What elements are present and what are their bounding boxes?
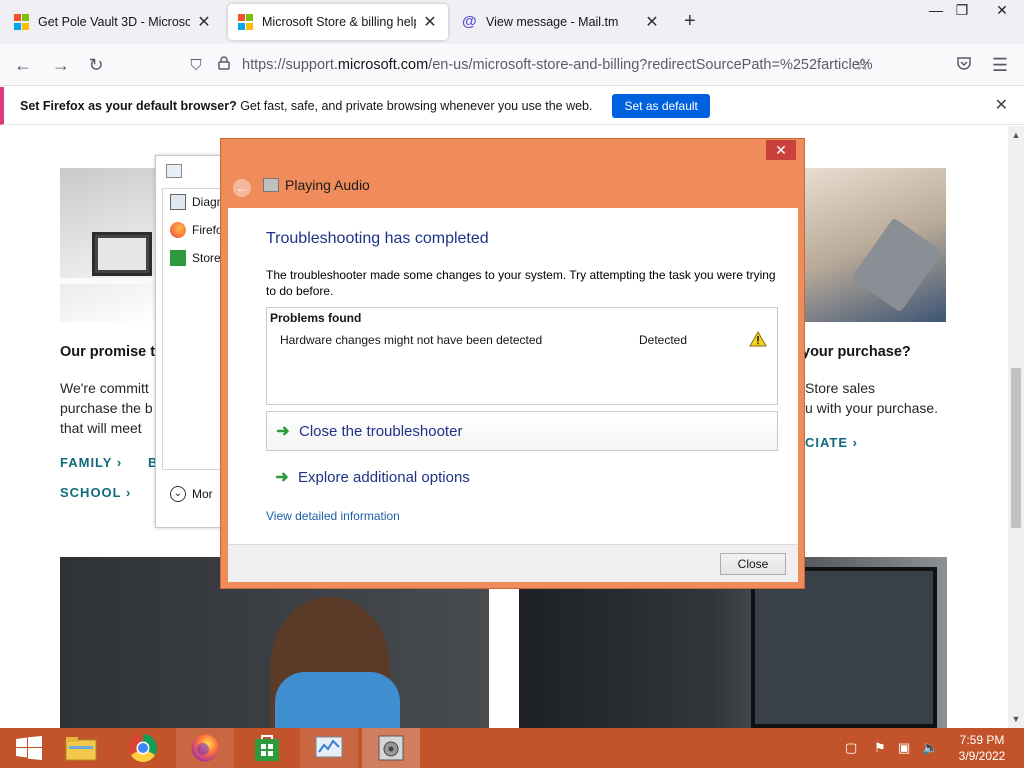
list-item-firefox[interactable]: Firefo <box>170 222 223 238</box>
playing-audio-taskbar[interactable] <box>362 728 420 768</box>
url-text[interactable]: https://support.microsoft.com/en-us/micr… <box>238 57 878 73</box>
firefox-taskbar[interactable] <box>176 728 234 768</box>
troubleshooter-taskbar[interactable] <box>300 728 358 768</box>
explore-options-label: Explore additional options <box>298 468 470 486</box>
navigation-bar: ← → ↻ ⛉ https://support.microsoft.com/en… <box>0 44 1024 86</box>
firefox-icon <box>191 734 219 762</box>
troubleshooter-icon <box>315 736 343 758</box>
flag-icon[interactable]: ⚑ <box>874 740 886 756</box>
dialog-footer: Close <box>228 544 798 582</box>
back-icon[interactable]: ← <box>10 52 36 78</box>
tab-title: View message - Mail.tm <box>486 15 619 29</box>
clock-time: 7:59 PM <box>959 733 1005 747</box>
system-clock[interactable]: 7:59 PM 3/9/2022 <box>950 732 1014 764</box>
close-button[interactable]: Close <box>720 553 786 575</box>
diagnostics-icon <box>170 194 186 210</box>
tab-store-billing[interactable]: Microsoft Store & billing help - ✕ <box>228 4 448 40</box>
school-link[interactable]: SCHOOL › <box>60 485 131 500</box>
promise-heading: Our promise t <box>60 344 156 360</box>
chrome-taskbar[interactable] <box>114 728 172 768</box>
action-center-icon[interactable]: ▢ <box>845 740 857 756</box>
firefox-icon <box>170 222 186 238</box>
close-troubleshooter-label: Close the troubleshooter <box>299 422 463 440</box>
scroll-thumb[interactable] <box>1011 368 1021 528</box>
list-item-diagnostics[interactable]: Diagn <box>170 194 223 210</box>
associate-link[interactable]: CIATE › <box>805 435 858 450</box>
address-bar[interactable]: ⛉ https://support.microsoft.com/en-us/mi… <box>182 50 878 80</box>
problems-header: Problems found <box>270 311 362 325</box>
list-item-store[interactable]: Store <box>170 250 221 266</box>
shield-icon[interactable]: ⛉ <box>182 57 210 74</box>
reload-icon[interactable]: ↻ <box>83 52 109 78</box>
tab-strip: Get Pole Vault 3D - Microsoft St ✕ Micro… <box>0 0 1024 44</box>
volume-muted-icon[interactable]: 🔈 <box>922 740 938 756</box>
problems-panel: Problems found Hardware changes might no… <box>266 307 778 405</box>
green-arrow-icon: ➜ <box>276 423 290 440</box>
tab-title: Microsoft Store & billing help - <box>262 15 416 29</box>
dialog-title: Playing Audio <box>285 177 370 193</box>
close-tab-icon[interactable]: ✕ <box>644 12 660 32</box>
problem-name: Hardware changes might not have been det… <box>280 333 543 347</box>
scroll-down-icon[interactable]: ▼ <box>1008 714 1024 724</box>
lock-icon[interactable] <box>210 56 238 74</box>
window-close-icon[interactable]: ✕ <box>986 0 1018 22</box>
clock-date: 3/9/2022 <box>958 749 1006 763</box>
taskbar: ▢ ⚑ ▣ 🔈 7:59 PM 3/9/2022 <box>0 728 1024 768</box>
store-taskbar[interactable] <box>238 728 296 768</box>
tab-pole-vault[interactable]: Get Pole Vault 3D - Microsoft St ✕ <box>4 4 222 40</box>
microsoft-logo-icon <box>14 14 30 30</box>
page-scrollbar[interactable]: ▲ ▼ <box>1008 126 1024 728</box>
tab-title: Get Pole Vault 3D - Microsoft St <box>38 15 190 29</box>
folder-icon <box>65 737 97 761</box>
more-options[interactable]: ⌄ Mor <box>170 486 213 502</box>
close-troubleshooter-option[interactable]: ➜ Close the troubleshooter <box>266 411 778 451</box>
view-detailed-information-link[interactable]: View detailed information <box>266 509 400 523</box>
bookmark-star-icon[interactable]: ☆ <box>855 55 870 75</box>
set-default-button[interactable]: Set as default <box>612 93 710 118</box>
notification-text: Get fast, safe, and private browsing whe… <box>236 98 593 113</box>
default-browser-notification: Set Firefox as your default browser? Get… <box>0 87 1024 125</box>
speaker-window-icon <box>378 735 404 761</box>
completed-description: The troubleshooter made some changes to … <box>266 268 776 298</box>
purchase-heading: your purchase? <box>802 344 911 360</box>
dialog-close-icon[interactable]: ✕ <box>766 140 796 160</box>
tab-mail[interactable]: @ View message - Mail.tm ✕ <box>452 4 670 40</box>
dialog-title-bar: Playing Audio <box>263 177 370 193</box>
problem-status: Detected <box>639 333 688 347</box>
forward-icon[interactable]: → <box>48 52 74 78</box>
chrome-icon <box>129 734 157 762</box>
explore-options-option[interactable]: ➜ Explore additional options <box>266 457 778 497</box>
close-notification-icon[interactable]: ✕ <box>995 95 1008 115</box>
menu-icon[interactable]: ☰ <box>987 52 1013 78</box>
chevron-down-icon: ⌄ <box>170 486 186 502</box>
warning-icon <box>749 331 767 347</box>
windows-logo-icon <box>16 736 42 760</box>
speaker-icon <box>263 178 279 192</box>
close-tab-icon[interactable]: ✕ <box>196 12 212 32</box>
completed-heading: Troubleshooting has completed <box>266 230 489 247</box>
close-tab-icon[interactable]: ✕ <box>422 12 438 32</box>
promise-text: We're committ purchase the b that will m… <box>60 380 153 436</box>
microsoft-logo-icon <box>238 14 254 30</box>
network-icon[interactable]: ▣ <box>898 740 910 756</box>
purchase-text: Store sales u with your purchase. <box>805 380 939 416</box>
pocket-icon[interactable] <box>951 52 977 78</box>
file-explorer-taskbar[interactable] <box>52 728 110 768</box>
store-icon <box>255 735 279 761</box>
laptop-photo <box>60 168 156 322</box>
start-button[interactable] <box>0 728 58 768</box>
tablet-photo <box>805 168 946 322</box>
green-arrow-icon: ➜ <box>275 469 289 486</box>
troubleshooter-dialog: ✕ ← Playing Audio Troubleshooting has co… <box>220 138 805 589</box>
dialog-body: Troubleshooting has completed The troubl… <box>228 208 798 544</box>
back-arrow-icon[interactable]: ← <box>233 179 251 197</box>
new-tab-icon[interactable]: + <box>684 10 696 33</box>
family-link[interactable]: FAMILY › <box>60 455 122 470</box>
store-icon <box>170 250 186 266</box>
notification-title: Set Firefox as your default browser? <box>20 98 237 113</box>
restore-icon[interactable]: ❐ <box>946 0 978 22</box>
mail-at-icon: @ <box>462 13 477 30</box>
scroll-up-icon[interactable]: ▲ <box>1008 130 1024 140</box>
window-icon <box>166 164 182 178</box>
